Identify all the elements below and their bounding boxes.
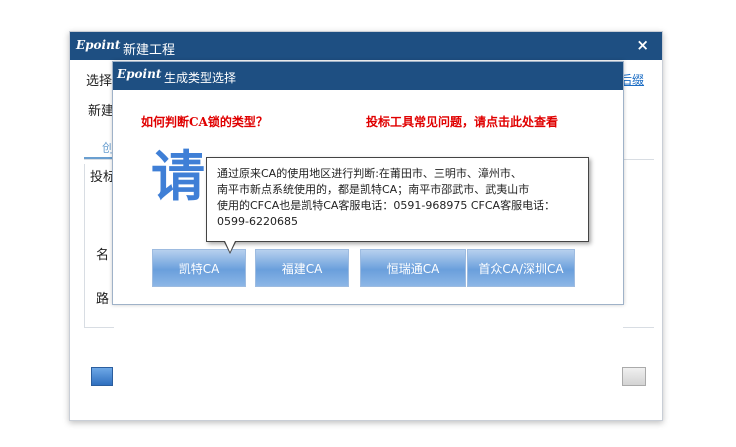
tooltip-line-3: 使用的CFCA也是凯特CA客服电话：0591-968975 CFCA客服电话： <box>217 199 556 212</box>
name-label: 名 <box>96 248 110 263</box>
epoint-logo: Epoint <box>117 67 162 81</box>
tooltip-line-1: 通过原来CA的使用地区进行判断:在莆田市、三明市、漳州市、 <box>217 167 522 180</box>
group-border-bottom <box>84 327 114 328</box>
tooltip-pointer-fill <box>225 241 235 252</box>
select-label: 选择 <box>86 74 113 89</box>
faq-link[interactable]: 投标工具常见问题，请点击此处查看 <box>366 113 558 130</box>
epoint-logo: Epoint <box>76 38 121 52</box>
path-label: 路 <box>96 292 110 307</box>
new-project-titlebar: Epoint 新建工程 × <box>70 32 662 60</box>
close-icon[interactable]: × <box>636 36 649 54</box>
tooltip-line-2: 南平市新点系统使用的，都是凯特CA；南平市邵武市、武夷山市 <box>217 183 530 196</box>
ca-type-help-link[interactable]: 如何判断CA锁的类型？ <box>141 113 268 130</box>
tooltip-line-4: 0599-6220685 <box>217 215 298 228</box>
ca-tooltip: 通过原来CA的使用地区进行判断:在莆田市、三明市、漳州市、 南平市新点系统使用的… <box>206 157 589 242</box>
generate-type-titlebar: Epoint 生成类型选择 <box>113 62 623 90</box>
kaite-ca-button[interactable]: 凯特CA <box>152 249 246 287</box>
generate-type-title: 生成类型选择 <box>164 71 237 85</box>
fujian-ca-button[interactable]: 福建CA <box>255 249 349 287</box>
new-project-title: 新建工程 <box>123 43 176 58</box>
new-label: 新建 <box>88 104 115 119</box>
group-border-left <box>84 164 85 328</box>
tab-divider-right <box>623 159 654 160</box>
shouzhong-shenzhen-ca-button[interactable]: 首众CA/深圳CA <box>467 249 575 287</box>
group-border-bottom-right <box>623 327 654 328</box>
confirm-button[interactable] <box>91 367 113 386</box>
tab-divider <box>84 159 114 160</box>
please-select-heading: 请 <box>151 145 205 208</box>
hengruitong-ca-button[interactable]: 恒瑞通CA <box>360 249 466 287</box>
cancel-button[interactable] <box>622 367 646 386</box>
